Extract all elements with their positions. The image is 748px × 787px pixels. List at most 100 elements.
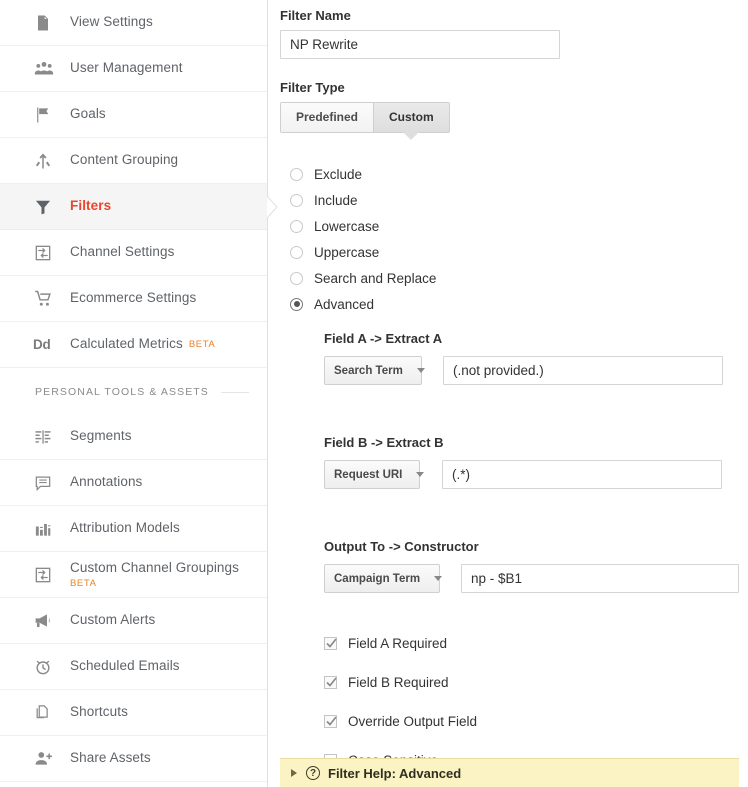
sidebar-item-label: Scheduled Emails: [70, 658, 180, 674]
people-icon: [33, 57, 57, 81]
analytics-admin-screen: View Settings User Management Goals Cont…: [0, 0, 748, 787]
sidebar-item-label: View Settings: [70, 14, 153, 30]
megaphone-icon: [33, 609, 57, 633]
sidebar-item-view-settings[interactable]: View Settings: [0, 0, 267, 46]
filter-help-bar[interactable]: ? Filter Help: Advanced: [280, 758, 739, 787]
document-icon: [33, 11, 57, 35]
checkbox[interactable]: [324, 715, 337, 728]
radio-label: Search and Replace: [314, 270, 437, 286]
radio-button[interactable]: [290, 167, 303, 181]
radio-row-advanced[interactable]: Advanced: [290, 291, 748, 317]
filter-option-radio-group: Exclude Include Lowercase Uppercase Sear…: [280, 161, 748, 317]
radio-button[interactable]: [290, 219, 303, 233]
annotations-icon: [33, 471, 57, 495]
tab-label: Predefined: [296, 110, 359, 124]
radio-label: Lowercase: [314, 218, 380, 234]
output-to-constructor-input[interactable]: [461, 564, 739, 593]
field-b-extract-input[interactable]: [442, 460, 722, 489]
field-b-heading: Field B -> Extract B: [324, 435, 444, 450]
filter-checkbox-group: Field A Required Field B Required Overri…: [280, 624, 748, 780]
field-b-select[interactable]: Request URI: [324, 460, 425, 489]
sidebar-item-shortcuts[interactable]: Shortcuts: [0, 690, 267, 736]
chevron-down-icon: [416, 368, 425, 373]
radio-row-lowercase[interactable]: Lowercase: [290, 213, 748, 239]
checkbox-row-field-b-required[interactable]: Field B Required: [324, 663, 748, 702]
alarm-clock-icon: [33, 655, 57, 679]
sidebar-item-attribution-models[interactable]: Attribution Models: [0, 506, 267, 552]
expand-triangle-icon: [291, 769, 297, 777]
channel-settings-icon: [33, 563, 57, 587]
filter-name-block: Filter Name: [280, 0, 748, 59]
checkbox-label: Field A Required: [348, 636, 448, 651]
radio-row-exclude[interactable]: Exclude: [290, 161, 748, 187]
radio-label: Advanced: [314, 296, 375, 312]
sidebar-section-title: PERSONAL TOOLS & ASSETS: [35, 386, 209, 398]
checkbox[interactable]: [324, 637, 337, 650]
checkbox-label: Override Output Field: [348, 714, 478, 729]
checkbox[interactable]: [324, 676, 337, 689]
sidebar-item-annotations[interactable]: Annotations: [0, 460, 267, 506]
sidebar-item-label: Custom Alerts: [70, 612, 156, 628]
radio-label: Uppercase: [314, 244, 380, 260]
sidebar-item-ecommerce-settings[interactable]: Ecommerce Settings: [0, 276, 267, 322]
active-tab-pointer-icon: [403, 132, 420, 140]
checkbox-row-field-a-required[interactable]: Field A Required: [324, 624, 748, 663]
filter-type-tabs: Predefined Custom: [280, 102, 450, 140]
sidebar-item-label: Ecommerce Settings: [70, 290, 197, 306]
sidebar-item-label: Annotations: [70, 474, 143, 490]
filter-type-block: Filter Type Predefined Custom: [280, 80, 748, 140]
radio-row-include[interactable]: Include: [290, 187, 748, 213]
sidebar-item-label: Segments: [70, 428, 132, 444]
sidebar-item-goals[interactable]: Goals: [0, 92, 267, 138]
output-to-row: Campaign Term: [324, 564, 748, 593]
radio-button[interactable]: [290, 297, 303, 311]
sidebar-item-label: Share Assets: [70, 750, 151, 766]
bar-chart-icon: [33, 517, 57, 541]
flag-icon: [33, 103, 57, 127]
sidebar-item-user-management[interactable]: User Management: [0, 46, 267, 92]
field-b-select-value: Request URI: [334, 468, 403, 481]
field-a-extract-input[interactable]: [443, 356, 723, 385]
sidebar-item-share-assets[interactable]: Share Assets: [0, 736, 267, 782]
field-a-section: Field A -> Extract A Search Term: [280, 331, 748, 385]
sidebar-item-custom-alerts[interactable]: Custom Alerts: [0, 598, 267, 644]
sidebar-item-calculated-metrics[interactable]: Dd Calculated Metrics BETA: [0, 322, 267, 368]
checkbox-row-override-output-field[interactable]: Override Output Field: [324, 702, 748, 741]
radio-label: Include: [314, 192, 358, 208]
radio-button[interactable]: [290, 193, 303, 207]
sidebar-item-content-grouping[interactable]: Content Grouping: [0, 138, 267, 184]
output-to-select-value: Campaign Term: [334, 572, 421, 585]
tab-custom[interactable]: Custom: [373, 103, 449, 140]
sidebar-item-label: Filters: [70, 198, 112, 214]
filter-name-label: Filter Name: [280, 8, 351, 23]
output-to-section: Output To -> Constructor Campaign Term: [280, 539, 748, 593]
sidebar-item-filters[interactable]: Filters: [0, 184, 278, 230]
radio-row-uppercase[interactable]: Uppercase: [290, 239, 748, 265]
filter-name-input[interactable]: [280, 30, 560, 59]
sidebar-item-channel-settings[interactable]: Channel Settings: [0, 230, 267, 276]
tab-predefined[interactable]: Predefined: [281, 103, 374, 132]
sidebar-item-segments[interactable]: Segments: [0, 414, 267, 460]
sidebar-item-label: Goals: [70, 106, 106, 122]
chevron-down-icon: [416, 472, 425, 477]
output-to-select[interactable]: Campaign Term: [324, 564, 443, 593]
copy-page-icon: [33, 701, 57, 725]
output-to-heading: Output To -> Constructor: [324, 539, 479, 554]
sidebar-item-custom-channel-groupings[interactable]: Custom Channel Groupings BETA: [0, 552, 267, 598]
tab-label: Custom: [389, 110, 434, 124]
radio-button[interactable]: [290, 245, 303, 259]
field-a-select-value: Search Term: [334, 364, 403, 377]
sidebar-item-label: Content Grouping: [70, 152, 179, 168]
filter-help-label: Filter Help: Advanced: [328, 765, 462, 781]
field-a-select[interactable]: Search Term: [324, 356, 425, 385]
funnel-icon: [33, 195, 57, 219]
shopping-cart-icon: [33, 287, 57, 311]
beta-badge: BETA: [70, 577, 97, 589]
section-divider: [220, 391, 249, 393]
sidebar-item-scheduled-emails[interactable]: Scheduled Emails: [0, 644, 267, 690]
radio-button[interactable]: [290, 271, 303, 285]
radio-row-search-and-replace[interactable]: Search and Replace: [290, 265, 748, 291]
beta-badge: BETA: [188, 339, 216, 350]
question-mark-icon: ?: [306, 766, 320, 780]
